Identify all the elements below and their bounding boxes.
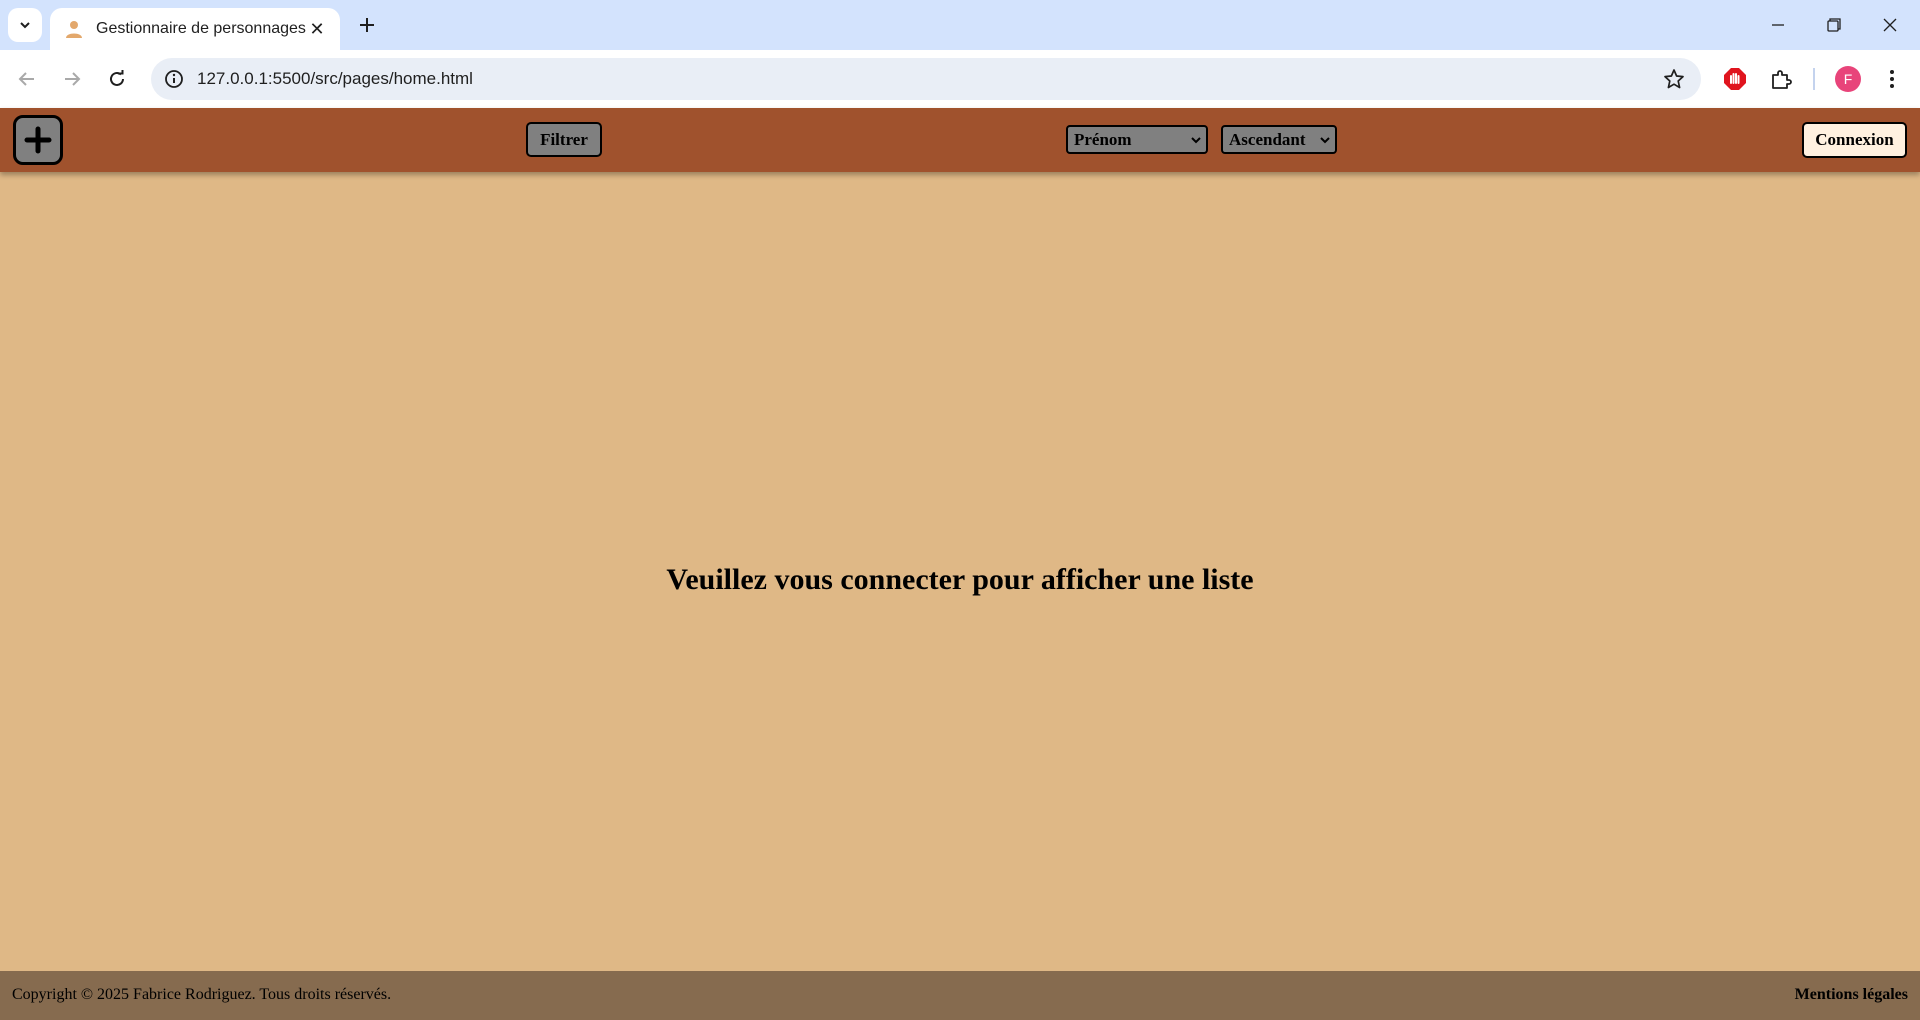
restore-icon: [1827, 18, 1841, 32]
plus-icon: [360, 18, 374, 32]
reload-icon: [110, 70, 124, 86]
restore-button[interactable]: [1806, 0, 1862, 50]
back-icon: [18, 72, 34, 86]
adblock-icon: [1724, 68, 1746, 90]
page-footer: Copyright © 2025 Fabrice Rodriguez. Tous…: [0, 971, 1920, 1020]
login-button[interactable]: Connexion: [1802, 122, 1907, 158]
chevron-down-icon: [1191, 137, 1201, 144]
star-icon[interactable]: [1663, 68, 1685, 90]
forward-button[interactable]: [54, 61, 90, 97]
page-header: Filtrer Prénom Ascendant Connexion: [0, 108, 1920, 172]
chevron-down-icon: [20, 22, 30, 29]
extensions-button[interactable]: [1767, 65, 1795, 93]
chevron-down-icon: [1320, 137, 1330, 144]
reload-button[interactable]: [99, 61, 135, 97]
toolbar-separator: [1813, 68, 1815, 90]
adblock-extension[interactable]: [1721, 65, 1749, 93]
browser-tab-bar: Gestionnaire de personnages ✕: [0, 0, 1920, 50]
tab-list-button[interactable]: [8, 8, 42, 42]
minimize-button[interactable]: [1750, 0, 1806, 50]
sort-field-value: Prénom: [1074, 129, 1132, 149]
sort-field-select[interactable]: Prénom: [1066, 125, 1208, 154]
browser-tab[interactable]: Gestionnaire de personnages ✕: [50, 8, 340, 50]
browser-menu-button[interactable]: [1878, 65, 1906, 93]
add-character-button[interactable]: [13, 115, 63, 165]
login-prompt-message: Veuillez vous connecter pour afficher un…: [666, 563, 1254, 596]
minimize-icon: [1772, 24, 1784, 26]
window-close-button[interactable]: [1862, 0, 1918, 50]
copyright-text: Copyright © 2025 Fabrice Rodriguez. Tous…: [12, 986, 392, 1003]
window-close-icon: [1883, 18, 1897, 32]
tab-title: Gestionnaire de personnages: [96, 20, 306, 37]
address-bar[interactable]: 127.0.0.1:5500/src/pages/home.html: [151, 58, 1701, 100]
browser-toolbar: 127.0.0.1:5500/src/pages/home.html: [0, 50, 1920, 108]
plus-icon: [24, 126, 52, 154]
person-icon: [66, 21, 82, 38]
extensions-icon: [1772, 70, 1792, 89]
sort-order-value: Ascendant: [1229, 129, 1306, 149]
filter-button[interactable]: Filtrer: [526, 122, 602, 157]
avatar[interactable]: F: [1835, 66, 1861, 92]
forward-icon: [65, 72, 81, 86]
legal-notice-link[interactable]: Mentions légales: [1795, 986, 1908, 1004]
url-text: 127.0.0.1:5500/src/pages/home.html: [197, 69, 473, 88]
sort-order-select[interactable]: Ascendant: [1221, 125, 1337, 154]
close-icon[interactable]: ✕: [306, 19, 328, 40]
back-button[interactable]: [9, 61, 45, 97]
menu-icon: [1890, 70, 1894, 88]
new-tab-button[interactable]: [352, 10, 382, 40]
info-icon[interactable]: [163, 68, 185, 90]
